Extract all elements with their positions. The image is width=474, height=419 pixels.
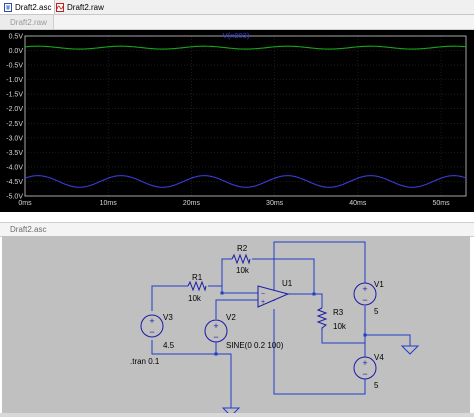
v2-name: V2 [226, 313, 236, 322]
y-tick-label: -2.0V [6, 106, 23, 113]
r1-name: R1 [192, 273, 203, 282]
v4-name: V4 [374, 353, 384, 362]
tab-draft2-asc[interactable]: Draft2.asc [0, 0, 55, 14]
v1-value: 5 [374, 307, 379, 316]
v3-value: 4.5 [163, 341, 175, 350]
y-tick-label: -1.5V [6, 92, 23, 99]
v3-name: V3 [163, 313, 173, 322]
y-tick-label: -2.5V [6, 121, 23, 128]
y-tick-label: -4.5V [6, 179, 23, 186]
v4-value: 5 [374, 381, 379, 390]
svg-text:+: + [362, 284, 367, 294]
schematic-pane-tab[interactable]: Draft2.asc [0, 223, 46, 236]
x-tick-label: 10ms [100, 200, 118, 207]
x-tick-label: 50ms [432, 200, 450, 207]
status-strip [0, 413, 474, 417]
schematic-icon [4, 2, 12, 12]
svg-text:−: − [213, 332, 218, 342]
tab-label: Draft2.asc [15, 2, 52, 12]
x-tick-label: 20ms [183, 200, 201, 207]
svg-text:+: + [362, 358, 367, 368]
x-tick-label: 40ms [349, 200, 367, 207]
x-tick-label: 0ms [18, 200, 32, 207]
r3-value: 10k [333, 322, 347, 331]
trace-label-vn003[interactable]: V(n003) [223, 31, 250, 40]
waveform-icon [56, 2, 64, 12]
v2-value: SINE(0 0.2 100) [226, 341, 284, 350]
svg-text:−: − [149, 327, 154, 337]
plot-pane-header: Draft2.raw [0, 15, 474, 30]
schematic-drawing[interactable]: − + +− +− +− +− R2 10k R1 10k U1 R3 10k … [2, 236, 470, 417]
plot-pane-tab[interactable]: Draft2.raw [0, 15, 54, 29]
r3-name: R3 [333, 308, 344, 317]
y-tick-label: 0.0V [9, 48, 24, 55]
r2-value: 10k [236, 266, 250, 275]
svg-text:−: − [261, 291, 265, 298]
y-tick-label: -0.5V [6, 63, 23, 70]
svg-text:−: − [362, 295, 367, 305]
v1-name: V1 [374, 280, 384, 289]
tran-directive[interactable]: .tran 0.1 [130, 357, 160, 366]
svg-text:+: + [213, 321, 218, 331]
r1-value: 10k [188, 294, 202, 303]
u1-name: U1 [282, 279, 293, 288]
x-tick-label: 30ms [266, 200, 284, 207]
schematic-pane-header: Draft2.asc [0, 222, 474, 237]
tab-label: Draft2.raw [67, 2, 104, 12]
y-tick-label: -3.5V [6, 150, 23, 157]
tab-draft2-raw[interactable]: Draft2.raw [52, 0, 110, 14]
waveform-plot-canvas[interactable]: 0.5V 0.0V -0.5V -1.0V -1.5V -2.0V -2.5V -3.0V -3… [0, 30, 474, 212]
svg-text:+: + [149, 316, 154, 326]
plot-pane-tab-label: Draft2.raw [10, 17, 47, 27]
document-tab-bar: Draft2.asc Draft2.raw [0, 0, 474, 15]
y-tick-label: -1.0V [6, 77, 23, 84]
y-tick-label: -4.0V [6, 164, 23, 171]
y-tick-label: -3.0V [6, 135, 23, 142]
svg-text:+: + [261, 299, 265, 306]
y-tick-label: 0.5V [9, 34, 24, 41]
r2-name: R2 [237, 244, 248, 253]
schematic-canvas[interactable]: − + + − + − + − + − R2 10k R1 10k U1 R3 10k … [2, 236, 470, 417]
schematic-pane-tab-label: Draft2.asc [10, 225, 47, 234]
waveform-plot[interactable]: 0.5V 0.0V -0.5V -1.0V -1.5V -2.0V -2.5V -3.0V -3… [0, 30, 474, 212]
svg-text:−: − [362, 369, 367, 379]
